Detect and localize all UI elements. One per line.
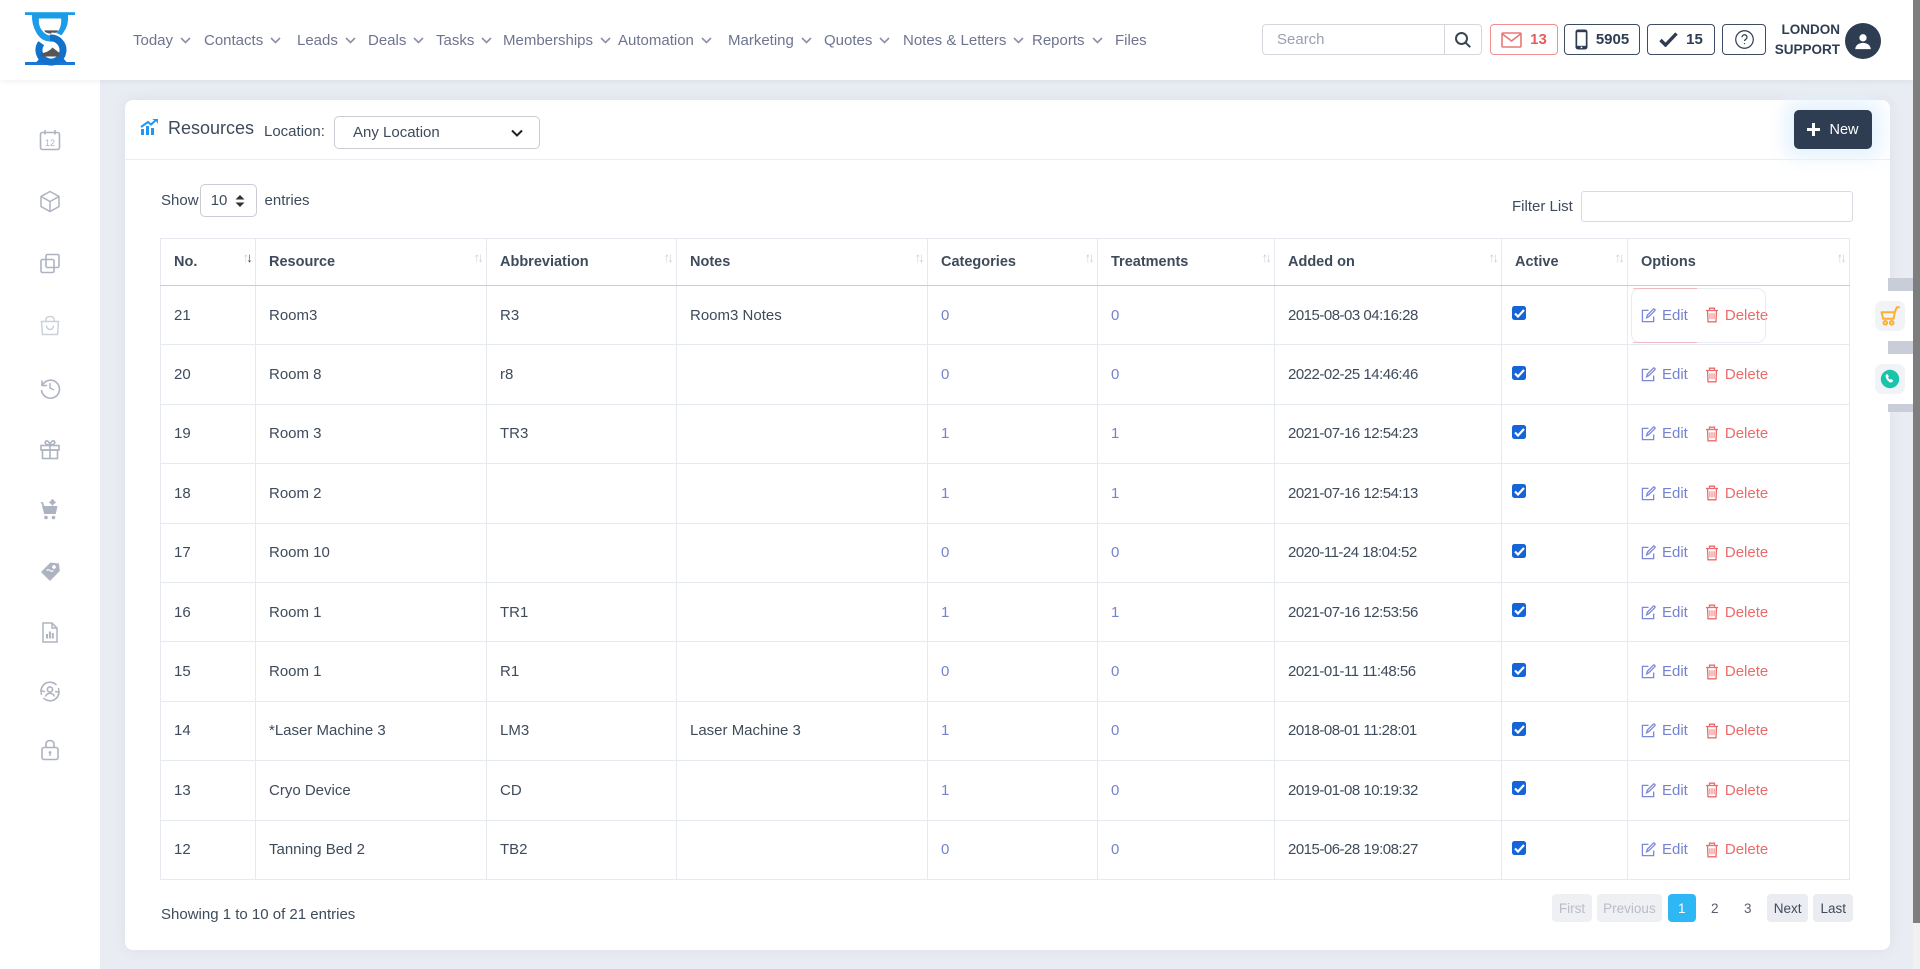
svg-text:12: 12 (45, 138, 55, 148)
